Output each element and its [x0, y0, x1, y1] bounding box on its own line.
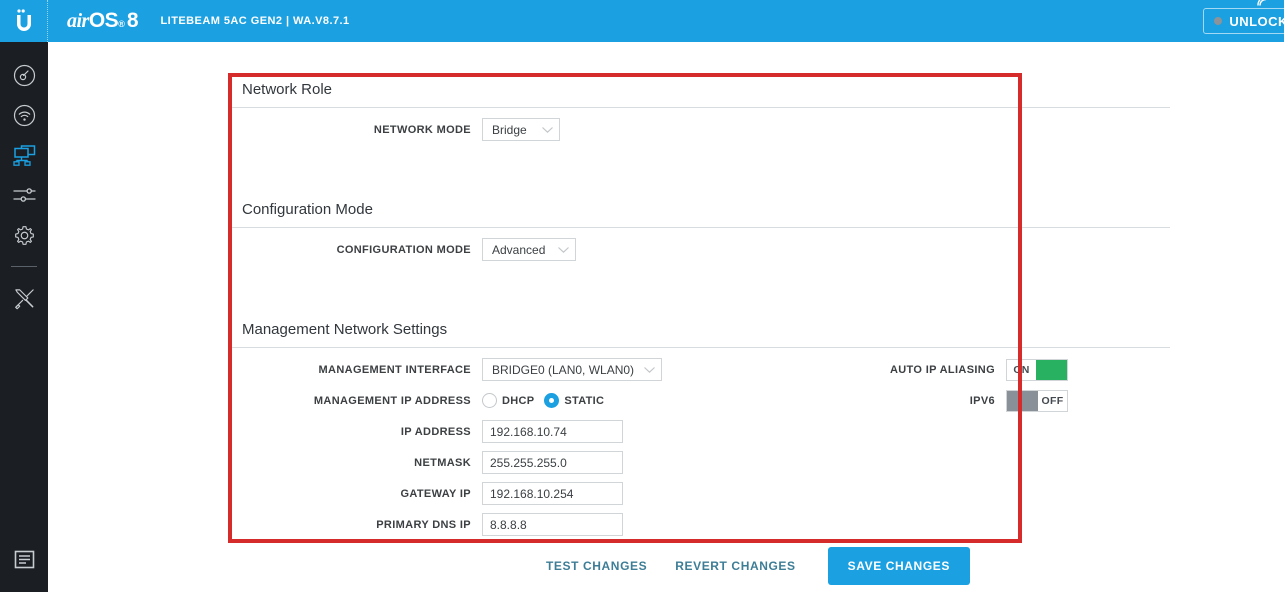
label-management-ip-address: MANAGEMENT IP ADDRESS: [313, 394, 471, 407]
tools-icon: [13, 287, 36, 310]
chevron-down-icon: [643, 363, 656, 377]
management-interface-value: BRIDGE0 (LAN0, WLAN0): [492, 362, 635, 377]
row-primary-dns-ip: PRIMARY DNS IP: [230, 509, 1170, 540]
sidebar-item-advanced[interactable]: [0, 175, 48, 215]
label-auto-ip-aliasing: AUTO IP ALIASING: [889, 363, 995, 376]
ipv6-toggle[interactable]: OFF: [1006, 389, 1068, 412]
footer-buttons: TEST CHANGES REVERT CHANGES SAVE CHANGES: [532, 547, 970, 585]
sidebar-item-wireless[interactable]: [0, 95, 48, 135]
row-gateway-ip: GATEWAY IP: [230, 478, 1170, 509]
label-ipv6: IPV6: [969, 394, 995, 407]
lock-status-button[interactable]: UNLOCKED: [1203, 8, 1284, 34]
radio-option-dhcp[interactable]: DHCP: [482, 393, 534, 408]
airos-network-page: air OS ® 8 LITEBEAM 5AC GEN2 | WA.V8.7.1…: [0, 0, 1284, 592]
auto-ip-aliasing-toggle[interactable]: ON: [1006, 358, 1068, 381]
management-interface-select[interactable]: BRIDGE0 (LAN0, WLAN0): [482, 358, 662, 381]
test-changes-button[interactable]: TEST CHANGES: [532, 549, 661, 583]
radio-static-icon: [544, 393, 560, 408]
sidebar-item-logs[interactable]: [0, 542, 48, 582]
main-content: Network Role NETWORK MODE Bridge Configu…: [48, 42, 1284, 592]
sidebar-item-network[interactable]: [0, 135, 48, 175]
logs-icon: [14, 549, 35, 575]
row-auto-ip-aliasing: AUTO IP ALIASING ON: [842, 354, 1172, 385]
chevron-down-icon: [541, 123, 554, 137]
settings-panel: Network Role NETWORK MODE Bridge Configu…: [230, 73, 1170, 571]
wireless-icon: [13, 104, 36, 127]
label-network-mode: NETWORK MODE: [373, 123, 471, 136]
lock-status-label: UNLOCKED: [1229, 13, 1284, 29]
network-mode-value: Bridge: [492, 122, 527, 137]
row-configuration-mode: CONFIGURATION MODE Advanced: [230, 234, 1170, 265]
label-configuration-mode: CONFIGURATION MODE: [336, 243, 471, 256]
app-header: air OS ® 8 LITEBEAM 5AC GEN2 | WA.V8.7.1…: [0, 0, 1284, 42]
sliders-icon: [12, 186, 36, 205]
network-icon: [12, 144, 37, 167]
label-gateway-ip: GATEWAY IP: [400, 487, 471, 500]
section-title-network-role: Network Role: [242, 81, 333, 98]
brand-version-text: 8: [126, 9, 139, 32]
configuration-mode-select[interactable]: Advanced: [482, 238, 576, 261]
section-title-configuration-mode: Configuration Mode: [242, 201, 373, 218]
sidebar-divider: [11, 266, 37, 267]
configuration-mode-rows: CONFIGURATION MODE Advanced: [230, 228, 1170, 313]
row-netmask: NETMASK: [230, 447, 1170, 478]
brand-registered-mark: ®: [118, 19, 125, 29]
management-network-rows: MANAGEMENT INTERFACE BRIDGE0 (LAN0, WLAN…: [230, 348, 1170, 571]
revert-changes-button[interactable]: REVERT CHANGES: [661, 549, 809, 583]
radio-static-label: STATIC: [564, 394, 605, 407]
airos-brand: air OS ® 8: [67, 0, 1267, 33]
label-ip-address: IP ADDRESS: [400, 425, 471, 438]
radio-option-static[interactable]: STATIC: [544, 393, 604, 408]
auto-ip-aliasing-value: ON: [1013, 363, 1030, 376]
row-ip-address: IP ADDRESS: [230, 416, 1170, 447]
lock-status-dot: [1214, 17, 1223, 25]
sidebar-nav: [0, 42, 48, 592]
ip-address-input[interactable]: [482, 420, 623, 443]
save-changes-button[interactable]: SAVE CHANGES: [827, 547, 970, 585]
network-role-rows: NETWORK MODE Bridge: [230, 108, 1170, 193]
primary-dns-ip-input[interactable]: [482, 513, 623, 536]
row-network-mode: NETWORK MODE Bridge: [230, 114, 1170, 145]
sidebar-item-tools[interactable]: [0, 278, 48, 318]
sidebar-item-dashboard[interactable]: [0, 55, 48, 95]
ubiquiti-logo-cell[interactable]: [0, 0, 48, 42]
configuration-mode-value: Advanced: [492, 242, 546, 257]
header-right-group: UNLOCKED: [1203, 0, 1284, 42]
toggle-knob: [1036, 359, 1067, 380]
device-title: LITEBEAM 5AC GEN2 | WA.V8.7.1: [160, 15, 350, 27]
network-mode-select[interactable]: Bridge: [482, 118, 560, 141]
action-footer: TEST CHANGES REVERT CHANGES SAVE CHANGES: [48, 542, 1284, 592]
management-toggles-column: AUTO IP ALIASING ON IPV6 OFF: [842, 354, 1172, 416]
sidebar-item-services[interactable]: [0, 215, 48, 255]
dashboard-icon: [13, 64, 36, 87]
radio-dhcp-label: DHCP: [502, 394, 535, 407]
radio-dhcp-icon: [482, 393, 497, 408]
label-primary-dns-ip: PRIMARY DNS IP: [376, 518, 471, 531]
management-ip-address-radio-group: DHCP STATIC: [482, 393, 604, 408]
ubiquiti-u-logo: [13, 8, 35, 34]
netmask-input[interactable]: [482, 451, 623, 474]
label-management-interface: MANAGEMENT INTERFACE: [318, 363, 471, 376]
brand-air-text: air: [67, 10, 89, 32]
brand-os-text: OS: [88, 9, 119, 32]
gateway-ip-input[interactable]: [482, 482, 623, 505]
section-title-management-network: Management Network Settings: [242, 321, 448, 338]
toggle-knob: [1007, 390, 1038, 411]
ipv6-value: OFF: [1041, 394, 1064, 407]
gear-icon: [13, 224, 36, 247]
label-netmask: NETMASK: [414, 456, 471, 469]
row-ipv6: IPV6 OFF: [842, 385, 1172, 416]
chevron-down-icon: [557, 243, 570, 257]
